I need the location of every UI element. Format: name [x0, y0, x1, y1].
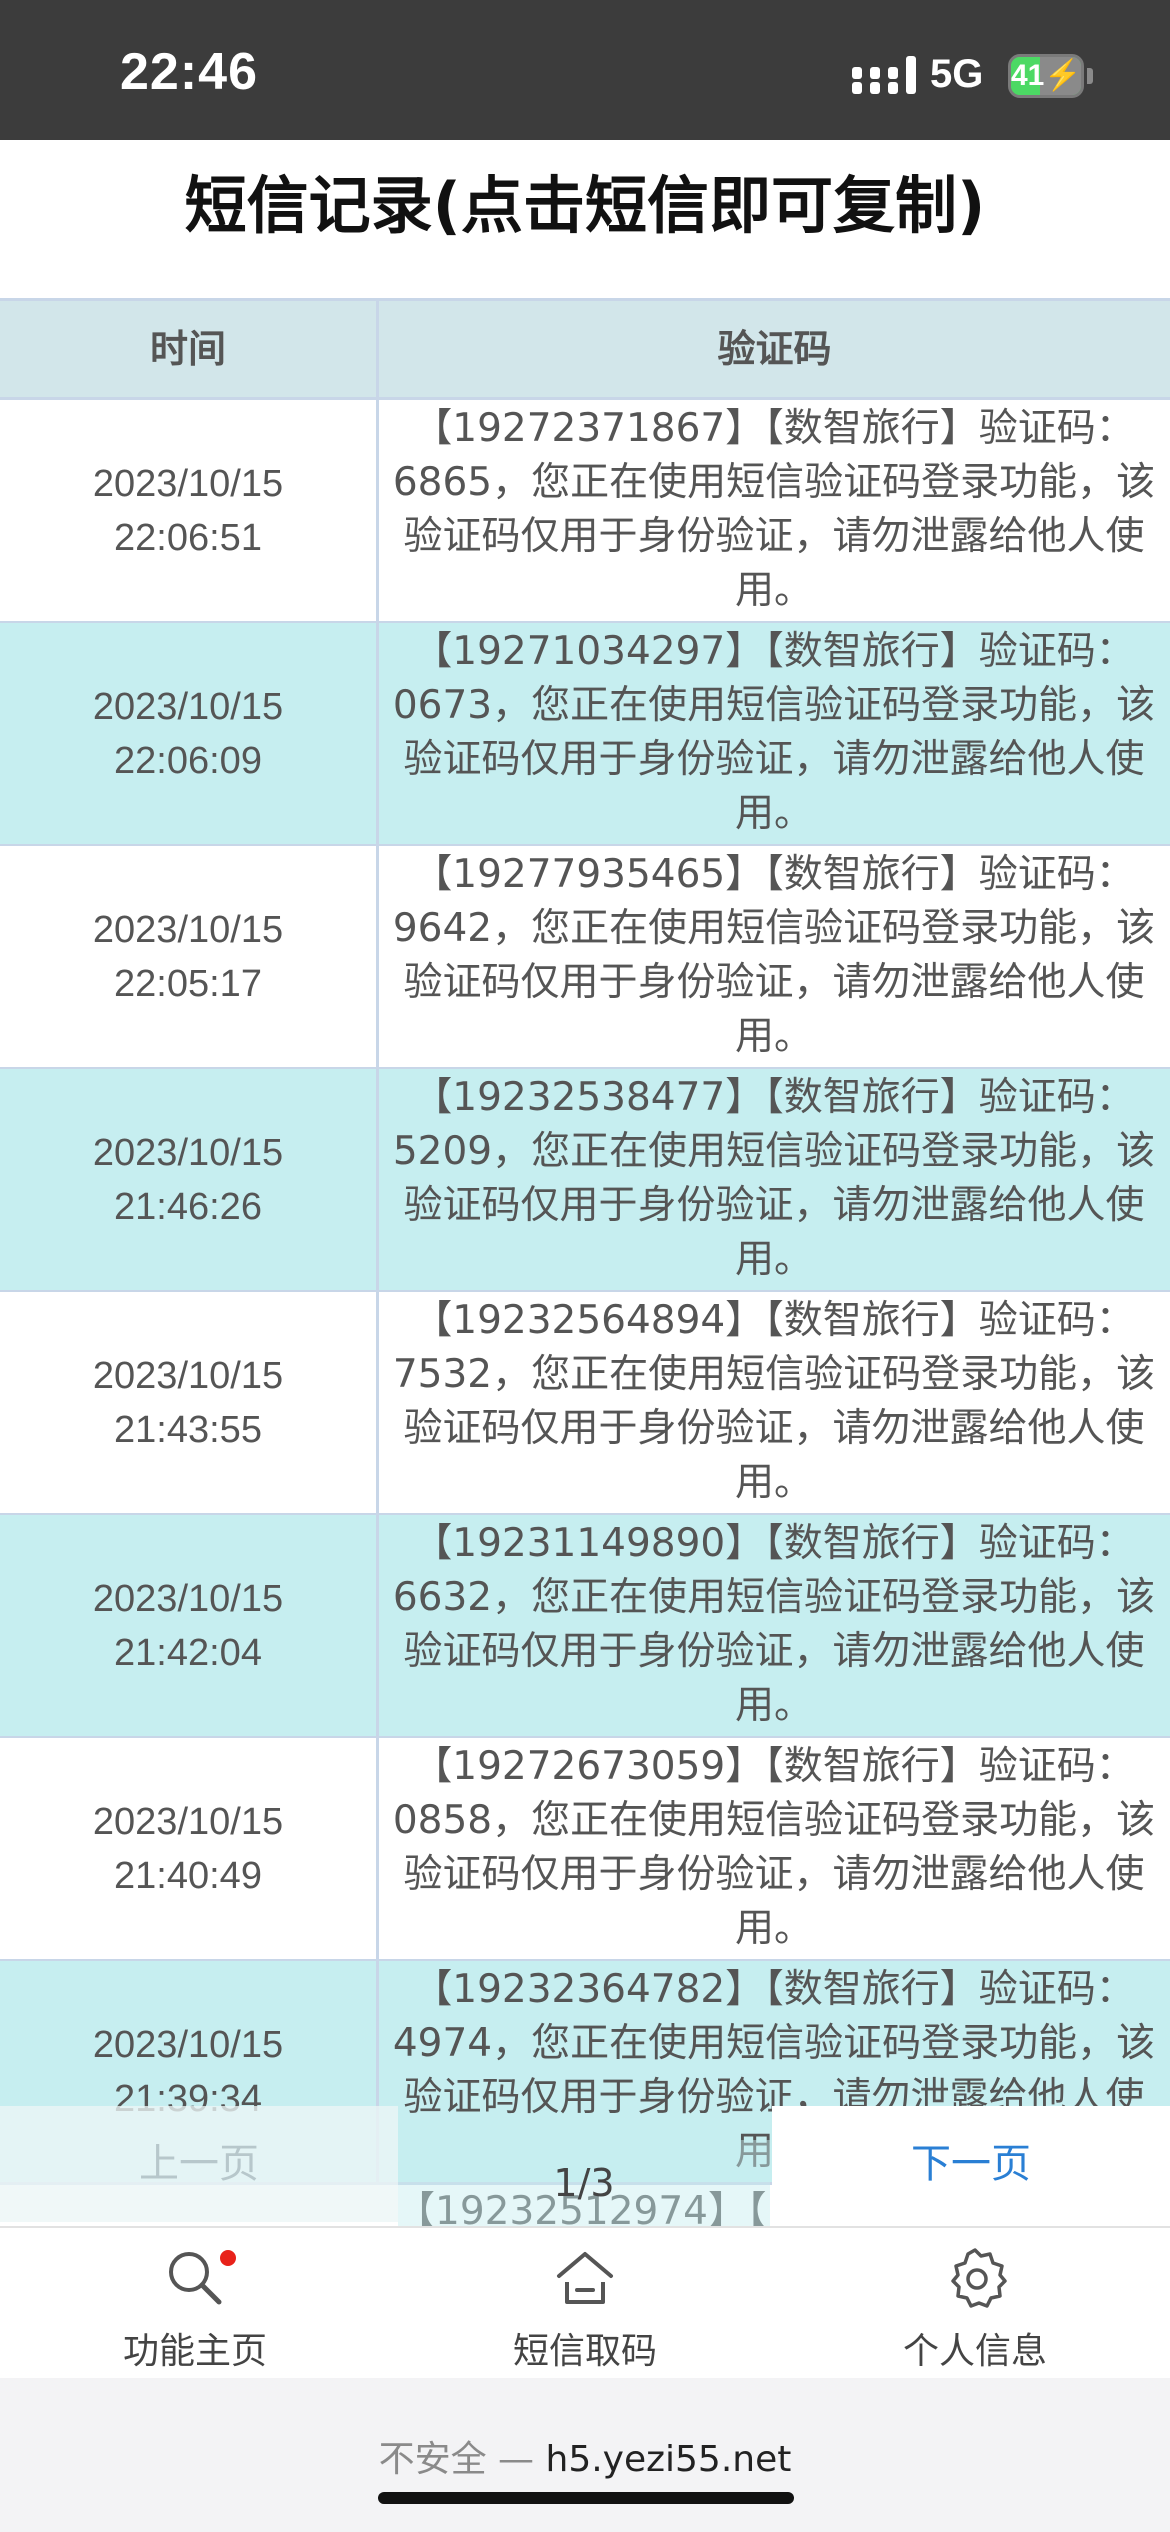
sms-message[interactable]: 【19271034297】【数智旅行】验证码：0673，您正在使用短信验证码登录…: [382, 625, 1166, 843]
home-indicator[interactable]: [378, 2492, 794, 2504]
signal-icon: [852, 56, 916, 94]
row-time: 21:46:26: [114, 1185, 262, 1228]
status-time: 22:46: [120, 43, 258, 101]
row-timestamp: 2023/10/15 21:40:49: [0, 1738, 379, 1959]
sms-message[interactable]: 【19232564894】【数智旅行】验证码：7532，您正在使用短信验证码登录…: [382, 1294, 1166, 1512]
table-header: 时间 验证码: [0, 301, 1170, 400]
page-title: 短信记录(点击短信即可复制): [184, 169, 986, 242]
row-time: 22:06:51: [114, 516, 262, 559]
bottom-tab-bar: 功能主页 短信取码 个人信息: [0, 2226, 1170, 2380]
row-timestamp: 2023/10/15 22:05:17: [0, 846, 379, 1067]
sms-table: 时间 验证码 2023/10/15 22:06:51 【19272371867】【数…: [0, 298, 1170, 2229]
prev-page-button[interactable]: 上一页: [0, 2106, 398, 2222]
row-date: 2023/10/15: [92, 1354, 284, 1397]
row-date: 2023/10/15: [92, 2023, 284, 2066]
url-display[interactable]: 不安全 — h5.yezi55.net: [0, 2430, 1170, 2482]
table-row[interactable]: 2023/10/15 21:43:55 【19232564894】【数智旅行】验证码…: [0, 1292, 1170, 1516]
row-time: 22:05:17: [114, 962, 262, 1005]
row-timestamp: 2023/10/15 21:46:26: [0, 1069, 379, 1290]
row-date: 2023/10/15: [92, 1131, 284, 1174]
sms-message[interactable]: 【19272673059】【数智旅行】验证码：0858，您正在使用短信验证码登录…: [382, 1740, 1166, 1958]
notification-badge: [220, 2250, 236, 2266]
row-time: 21:40:49: [114, 1854, 262, 1897]
status-bar: 22:46 5G 41⚡: [0, 0, 1170, 140]
insecure-label: 不安全 —: [378, 2439, 535, 2480]
row-date: 2023/10/15: [92, 685, 284, 728]
search-icon: [169, 2252, 222, 2305]
row-date: 2023/10/15: [92, 1577, 284, 1620]
row-timestamp: 2023/10/15 21:42:04: [0, 1515, 379, 1736]
home-icon: [557, 2252, 613, 2304]
battery-value: 41: [1011, 59, 1045, 92]
row-date: 2023/10/15: [92, 908, 284, 951]
sms-message[interactable]: 【19231149890】【数智旅行】验证码：6632，您正在使用短信验证码登录…: [382, 1517, 1166, 1735]
next-page-button[interactable]: 下一页: [772, 2106, 1170, 2222]
table-row[interactable]: 2023/10/15 21:40:49 【19272673059】【数智旅行】验证码…: [0, 1738, 1170, 1962]
row-time: 21:42:04: [114, 1631, 262, 1674]
table-row[interactable]: 2023/10/15 21:46:26 【19232538477】【数智旅行】验证码…: [0, 1069, 1170, 1293]
column-header-time: 时间: [0, 301, 379, 397]
row-time: 22:06:09: [114, 739, 262, 782]
table-row[interactable]: 2023/10/15 22:06:51 【19272371867】【数智旅行】验证码…: [0, 400, 1170, 624]
battery-cap: [1087, 68, 1093, 84]
row-timestamp: 2023/10/15 21:43:55: [0, 1292, 379, 1513]
tab-label: 短信取码: [512, 2331, 657, 2372]
page-indicator: 1/3: [398, 2140, 770, 2226]
row-time: 21:43:55: [114, 1408, 262, 1451]
row-timestamp: 2023/10/15 22:06:09: [0, 623, 379, 844]
tab-home-page[interactable]: 功能主页: [0, 2228, 390, 2378]
row-date: 2023/10/15: [92, 1800, 284, 1843]
table-row[interactable]: 2023/10/15 22:05:17 【19277935465】【数智旅行】验证码…: [0, 846, 1170, 1070]
tab-profile[interactable]: 个人信息: [780, 2228, 1170, 2378]
table-row[interactable]: 2023/10/15 22:06:09 【19271034297】【数智旅行】验证码…: [0, 623, 1170, 847]
sms-message[interactable]: 【19272371867】【数智旅行】验证码：6865，您正在使用短信验证码登录…: [382, 402, 1166, 620]
tab-sms-code[interactable]: 短信取码: [390, 2228, 780, 2378]
row-date: 2023/10/15: [92, 462, 284, 505]
battery-icon: 41⚡: [1008, 54, 1084, 98]
sms-message[interactable]: 【19277935465】【数智旅行】验证码：9642，您正在使用短信验证码登录…: [382, 848, 1166, 1066]
network-type: 5G: [930, 52, 984, 96]
tab-label: 功能主页: [122, 2331, 267, 2372]
domain-text: h5.yezi55.net: [545, 2439, 792, 2480]
tab-label: 个人信息: [902, 2331, 1047, 2372]
column-header-code: 验证码: [717, 327, 832, 371]
row-timestamp: 2023/10/15 22:06:51: [0, 400, 379, 621]
browser-address-bar[interactable]: 不安全 — h5.yezi55.net: [0, 2378, 1170, 2532]
sms-message[interactable]: 【19232538477】【数智旅行】验证码：5209，您正在使用短信验证码登录…: [382, 1071, 1166, 1289]
charging-bolt-icon: ⚡: [1044, 59, 1082, 92]
table-row[interactable]: 2023/10/15 21:42:04 【19231149890】【数智旅行】验证码…: [0, 1515, 1170, 1739]
gear-icon: [951, 2248, 1007, 2308]
battery-percent: 41⚡: [1011, 57, 1081, 95]
